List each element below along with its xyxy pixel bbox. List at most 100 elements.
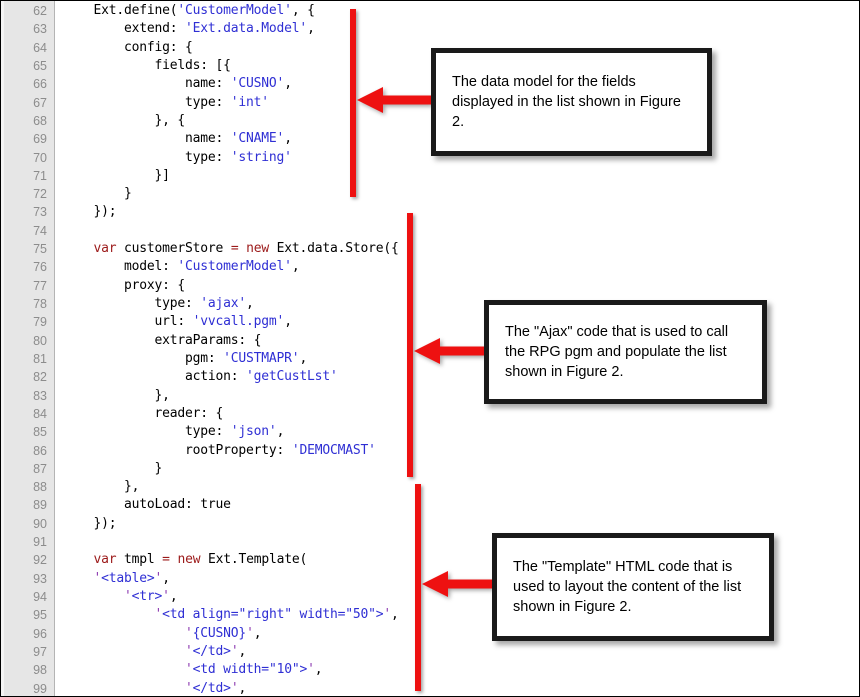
code-token-plain: }, {: [63, 112, 186, 128]
line-number: 90: [33, 516, 47, 531]
code-token-q: ': [185, 662, 193, 678]
code-line-text[interactable]: var tmpl = new Ext.Template(: [47, 551, 308, 569]
code-line[interactable]: 63 extend: 'Ext.data.Model',: [1, 20, 859, 38]
code-line-text[interactable]: autoLoad: true: [47, 496, 231, 514]
code-line-text[interactable]: type: 'int': [47, 94, 269, 112]
code-token-plain: autoLoad: true: [63, 497, 231, 513]
code-line[interactable]: 98 '<td width="10">',: [1, 661, 859, 679]
code-line-text[interactable]: extraParams: {: [47, 332, 262, 350]
annotation-callout-data-model: The data model for the fields displayed …: [431, 48, 712, 156]
code-token-str: 'Ext.data.Model': [185, 21, 308, 37]
code-line[interactable]: 84 reader: {: [1, 405, 859, 423]
code-token-plain: ,: [291, 259, 300, 275]
line-number: 82: [33, 370, 47, 385]
code-token-plain: name:: [63, 76, 231, 92]
code-token-tag: </td>: [192, 680, 231, 696]
code-line[interactable]: 62 Ext.define('CustomerModel', {: [1, 2, 859, 20]
code-line-text[interactable]: type: 'json',: [47, 423, 284, 441]
code-line[interactable]: 71 }]: [1, 167, 859, 185]
code-line-text[interactable]: proxy: {: [47, 277, 185, 295]
line-number: 96: [33, 626, 47, 641]
code-token-kw: new: [177, 552, 201, 568]
line-number: 74: [33, 223, 47, 238]
code-line-text[interactable]: }]: [47, 167, 170, 185]
code-line[interactable]: 99 '</td>',: [1, 680, 859, 696]
code-token-str: 'json': [230, 424, 277, 440]
code-line-text[interactable]: config: {: [47, 39, 193, 57]
code-token-plain: ,: [253, 625, 262, 641]
code-range-marker-bar: [415, 484, 421, 691]
code-line[interactable]: 77 proxy: {: [1, 277, 859, 295]
code-line-text[interactable]: '<table>',: [47, 570, 171, 588]
code-line[interactable]: 89 autoLoad: true: [1, 496, 859, 514]
code-line-text[interactable]: var customerStore = new Ext.data.Store({: [47, 240, 399, 258]
code-line-text[interactable]: reader: {: [47, 405, 224, 423]
code-token-plain: });: [63, 515, 117, 531]
line-number: 66: [33, 77, 47, 92]
code-token-plain: pgm:: [63, 350, 224, 366]
annotation-callout-text: The "Template" HTML code that is used to…: [513, 559, 742, 615]
code-line[interactable]: 97 '</td>',: [1, 643, 859, 661]
code-line[interactable]: 75 var customerStore = new Ext.data.Stor…: [1, 240, 859, 258]
code-token-plain: ,: [391, 607, 399, 623]
code-line[interactable]: 87 }: [1, 460, 859, 478]
code-token-str: 'CNAME': [230, 131, 285, 147]
code-line-text[interactable]: '<td width="10">',: [47, 661, 323, 679]
code-line-text[interactable]: }, {: [47, 112, 186, 130]
code-line-text[interactable]: name: 'CUSNO',: [47, 75, 292, 93]
line-number: 89: [33, 498, 47, 513]
code-line[interactable]: 86 rootProperty: 'DEMOCMAST': [1, 442, 859, 460]
code-token-q: ': [185, 625, 193, 641]
line-number: 87: [33, 461, 47, 476]
code-line-text[interactable]: }: [47, 185, 132, 203]
code-token-str: 'CustomerModel': [177, 259, 292, 275]
code-line-text[interactable]: },: [47, 478, 139, 496]
code-line-text[interactable]: }: [47, 460, 163, 478]
line-number: 80: [33, 333, 47, 348]
code-line-text[interactable]: type: 'string': [47, 149, 292, 167]
code-line-text[interactable]: rootProperty: 'DEMOCMAST': [47, 442, 376, 460]
code-line-text[interactable]: Ext.define('CustomerModel', {: [47, 2, 315, 20]
code-line[interactable]: 74: [1, 222, 859, 240]
code-line-text[interactable]: fields: [{: [47, 57, 231, 75]
code-line-text[interactable]: type: 'ajax',: [47, 295, 254, 313]
code-line-text[interactable]: },: [47, 387, 170, 405]
annotation-callout-ajax-code: The "Ajax" code that is used to call the…: [484, 300, 767, 404]
code-token-plain: type:: [63, 149, 231, 165]
code-line-text[interactable]: name: 'CNAME',: [47, 130, 292, 148]
code-token-q: ': [185, 643, 193, 659]
line-number: 73: [33, 205, 47, 220]
code-token-plain: Ext.define(: [63, 3, 178, 18]
code-line-text[interactable]: '</td>',: [47, 680, 246, 696]
screenshot-root: 62 Ext.define('CustomerModel', {63 exten…: [0, 0, 860, 697]
code-line-text[interactable]: pgm: 'CUSTMAPR',: [47, 350, 307, 368]
code-line[interactable]: 76 model: 'CustomerModel',: [1, 258, 859, 276]
code-line[interactable]: 73 });: [1, 203, 859, 221]
code-line-text[interactable]: });: [47, 203, 117, 221]
line-number: 86: [33, 443, 47, 458]
code-line-text[interactable]: action: 'getCustLst': [47, 368, 338, 386]
code-line-text[interactable]: '</td>',: [47, 643, 246, 661]
code-line-text[interactable]: extend: 'Ext.data.Model',: [47, 20, 315, 38]
code-line-text[interactable]: model: 'CustomerModel',: [47, 258, 300, 276]
code-line-text[interactable]: '<tr>',: [47, 588, 178, 606]
line-number: 85: [33, 425, 47, 440]
code-line[interactable]: 85 type: 'json',: [1, 423, 859, 441]
code-line[interactable]: 90 });: [1, 515, 859, 533]
code-line-text[interactable]: url: 'vvcall.pgm',: [47, 313, 293, 331]
callout-arrow-left-icon: [414, 338, 484, 364]
code-line[interactable]: 88 },: [1, 478, 859, 496]
code-line-text[interactable]: '<td align="right" width="50">',: [47, 606, 399, 624]
code-line-text[interactable]: });: [47, 515, 117, 533]
code-line-text[interactable]: '{CUSNO}',: [47, 625, 262, 643]
code-token-plain: ,: [162, 570, 170, 586]
code-token-str: 'string': [230, 149, 292, 165]
code-line[interactable]: 72 }: [1, 185, 859, 203]
code-token-plain: ,: [169, 589, 178, 604]
code-token-q: ': [162, 589, 170, 604]
code-token-plain: ,: [314, 662, 323, 678]
code-token-plain: extraParams: {: [63, 332, 262, 348]
